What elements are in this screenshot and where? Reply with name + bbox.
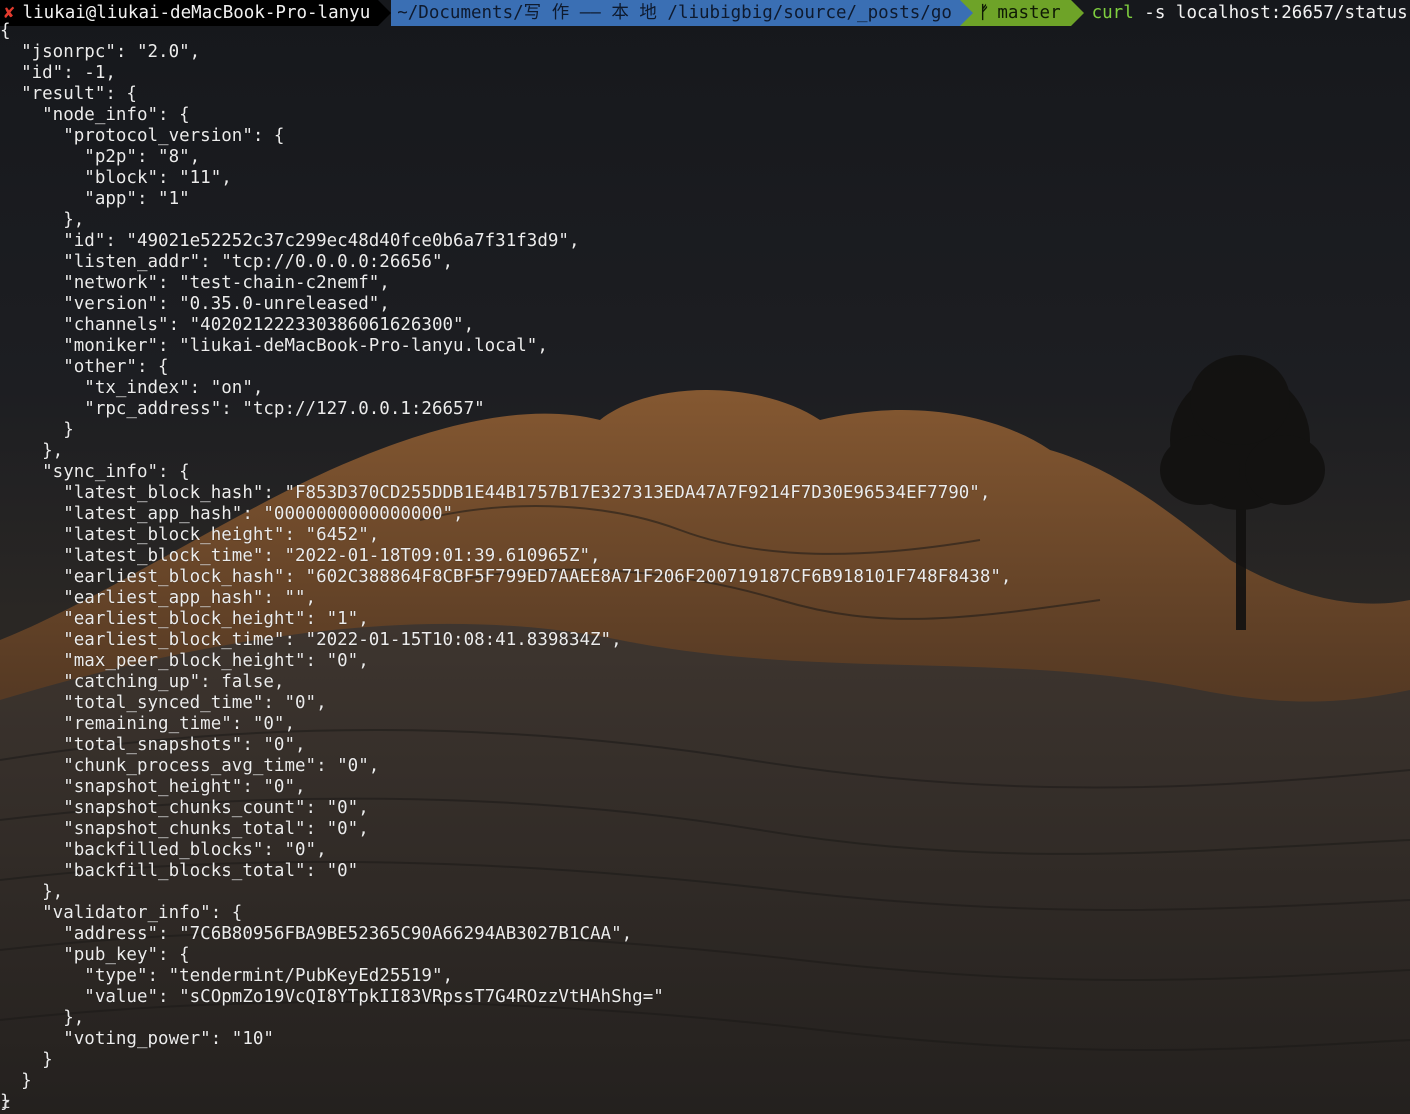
- output-line: },: [0, 210, 85, 230]
- terminal-window[interactable]: ✘ liukai@liukai-deMacBook-Pro-lanyu ~/Do…: [0, 0, 1410, 1114]
- prompt-separator-icon: [1070, 0, 1084, 26]
- output-line: "voting_power": "10": [0, 1029, 274, 1049]
- command-name: curl: [1091, 3, 1134, 23]
- output-line: "listen_addr": "tcp://0.0.0.0:26656",: [0, 252, 454, 272]
- output-line: "moniker": "liukai-deMacBook-Pro-lanyu.l…: [0, 336, 548, 356]
- output-line: "max_peer_block_height": "0",: [0, 651, 369, 671]
- output-line: }: [0, 1050, 53, 1070]
- output-line: "result": {: [0, 84, 137, 104]
- output-line: "pub_key": {: [0, 945, 190, 965]
- output-line: "app": "1": [0, 189, 190, 209]
- output-line: "sync_info": {: [0, 462, 190, 482]
- output-line: "jsonrpc": "2.0",: [0, 42, 201, 62]
- output-line: "latest_block_height": "6452",: [0, 525, 380, 545]
- output-line: "other": {: [0, 357, 169, 377]
- output-line: "value": "sCOpmZo19VcQI8YTpkII83VRpssT7G…: [0, 987, 664, 1007]
- output-line: "protocol_version": {: [0, 126, 285, 146]
- output-line: "snapshot_chunks_total": "0",: [0, 819, 369, 839]
- output-line: "latest_block_hash": "F853D370CD255DDB1E…: [0, 483, 991, 503]
- output-line: },: [0, 441, 64, 461]
- output-line: },: [0, 882, 64, 902]
- output-line: "backfill_blocks_total": "0": [0, 861, 359, 881]
- output-line: "latest_block_time": "2022-01-18T09:01:3…: [0, 546, 601, 566]
- command-output: { "jsonrpc": "2.0", "id": -1, "result": …: [0, 21, 1011, 1113]
- output-line: "address": "7C6B80956FBA9BE52365C90A6629…: [0, 924, 633, 944]
- output-line: "channels": "402021222330386061626300",: [0, 315, 475, 335]
- output-line: "version": "0.35.0-unreleased",: [0, 294, 390, 314]
- output-line: }: [0, 1071, 32, 1091]
- output-line: "earliest_block_height": "1",: [0, 609, 369, 629]
- output-line: {: [0, 21, 11, 41]
- output-line: "block": "11",: [0, 168, 232, 188]
- output-line: "backfilled_blocks": "0",: [0, 840, 327, 860]
- command-line[interactable]: curl -s localhost:26657/status: [1084, 3, 1408, 23]
- output-line: "catching_up": false,: [0, 672, 285, 692]
- output-line: "earliest_block_time": "2022-01-15T10:08…: [0, 630, 622, 650]
- output-line: "node_info": {: [0, 105, 190, 125]
- output-line: "tx_index": "on",: [0, 378, 264, 398]
- output-line: "id": "49021e52252c37c299ec48d40fce0b6a7…: [0, 231, 580, 251]
- output-line: "snapshot_height": "0",: [0, 777, 306, 797]
- output-line: "total_synced_time": "0",: [0, 693, 327, 713]
- output-line: }: [0, 420, 74, 440]
- text-cursor-icon: ⌶: [2, 1097, 10, 1112]
- output-line: "latest_app_hash": "0000000000000000",: [0, 504, 464, 524]
- output-line: "type": "tendermint/PubKeyEd25519",: [0, 966, 454, 986]
- output-line: }: [0, 1092, 11, 1112]
- output-line: "earliest_app_hash": "",: [0, 588, 317, 608]
- output-line: "total_snapshots": "0",: [0, 735, 306, 755]
- output-line: "chunk_process_avg_time": "0",: [0, 756, 380, 776]
- output-line: "earliest_block_hash": "602C388864F8CBF5…: [0, 567, 1012, 587]
- output-line: "rpc_address": "tcp://127.0.0.1:26657": [0, 399, 485, 419]
- output-line: "snapshot_chunks_count": "0",: [0, 798, 369, 818]
- output-line: },: [0, 1008, 85, 1028]
- output-line: "p2p": "8",: [0, 147, 201, 167]
- output-line: "network": "test-chain-c2nemf",: [0, 273, 390, 293]
- output-line: "id": -1,: [0, 63, 116, 83]
- output-line: "remaining_time": "0",: [0, 714, 296, 734]
- output-line: "validator_info": {: [0, 903, 243, 923]
- command-args: -s localhost:26657/status: [1133, 3, 1408, 23]
